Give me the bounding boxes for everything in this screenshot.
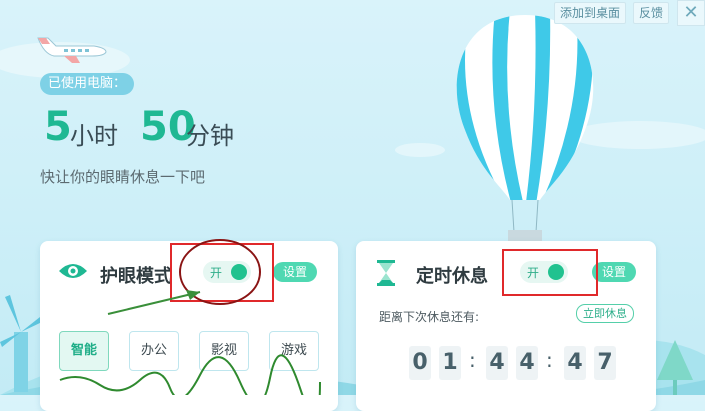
annotation-marks <box>59 239 321 395</box>
